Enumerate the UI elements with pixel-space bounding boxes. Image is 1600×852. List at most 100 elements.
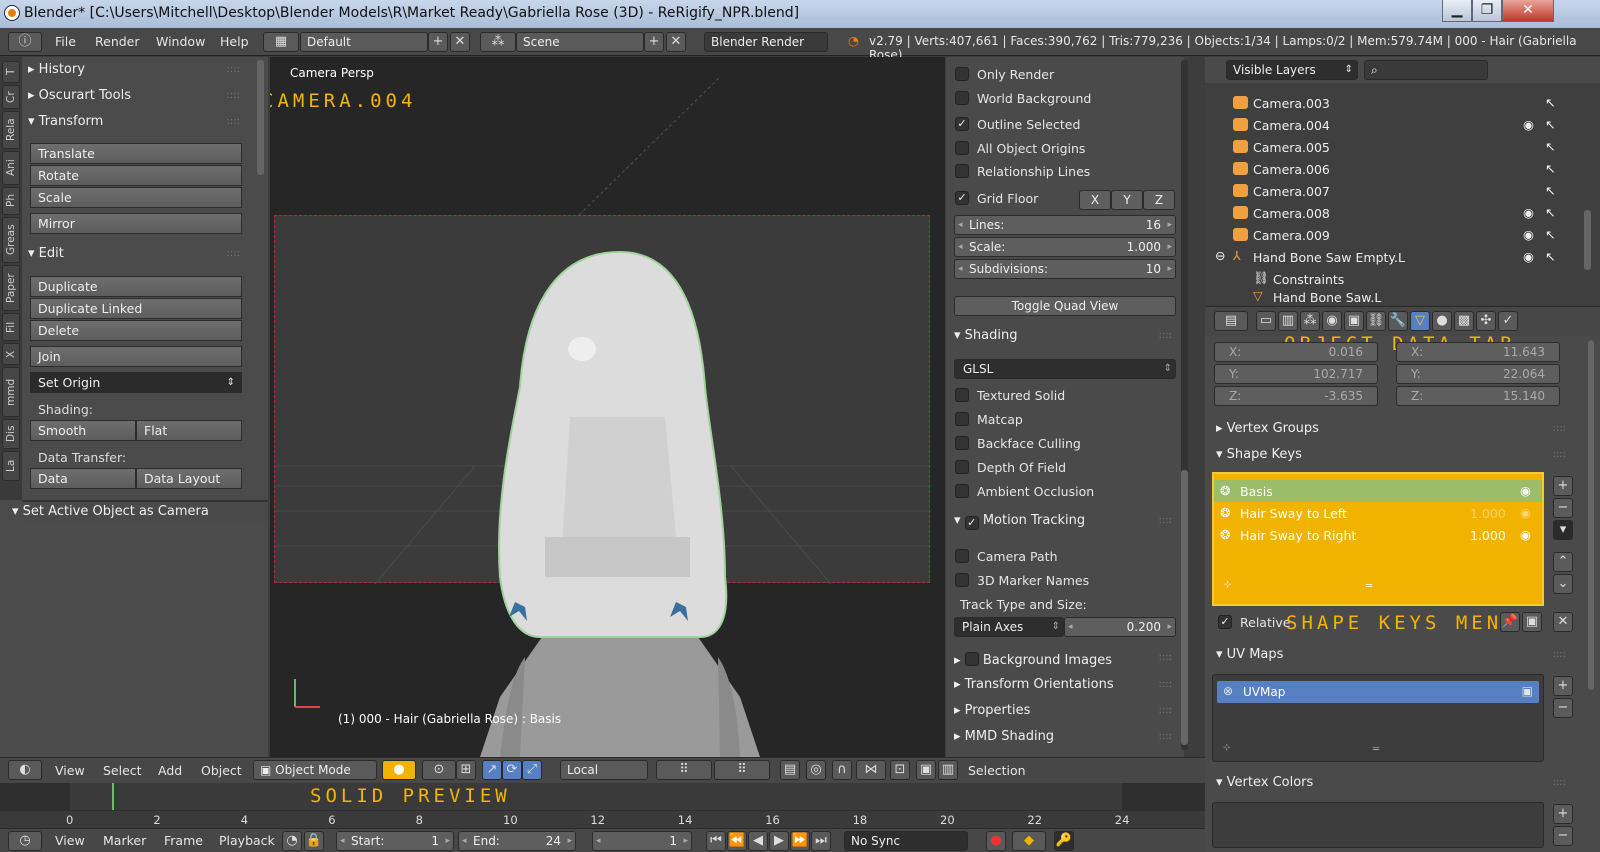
outliner-search-input[interactable]: ⌕ (1364, 60, 1488, 80)
keying-active-icon[interactable]: 🔑 (1054, 831, 1074, 851)
panel-properties[interactable]: ▸ Properties:::: (954, 703, 1174, 725)
play-reverse-icon[interactable]: ◀ (748, 831, 768, 851)
marker-names-checkbox[interactable] (955, 573, 969, 587)
tab-grease-pencil[interactable]: Greas (2, 217, 20, 263)
panel-vertex-colors[interactable]: ▾ Vertex Colors:::: (1216, 775, 1568, 797)
panel-uv-maps[interactable]: ▾ UV Maps:::: (1216, 647, 1568, 669)
panel-motion-tracking[interactable]: ▾ ✓ Motion Tracking:::: (954, 513, 1174, 535)
grid-scale-field[interactable]: ◂ Scale: 1.000 ▸ (954, 237, 1176, 257)
render-engine-select[interactable]: Blender Render (704, 32, 828, 52)
layers-grid-1-icon[interactable]: ⠿ (656, 760, 712, 780)
edit-mode-shape-button[interactable]: ▣ (1522, 612, 1542, 632)
menu-window[interactable]: Window (156, 34, 205, 49)
grid-subdivisions-field[interactable]: ◂ Subdivisions: 10 ▸ (954, 259, 1176, 279)
panel-transform-orientations[interactable]: ▸ Transform Orientations:::: (954, 677, 1174, 699)
pivot-point-icon[interactable]: ⊙ (422, 760, 456, 780)
properties-editor-icon[interactable]: ▤ (1214, 311, 1248, 331)
editor-type-3d-icon[interactable]: ◐ (8, 760, 42, 780)
ambient-occlusion-checkbox[interactable] (955, 484, 969, 498)
list-grip-icon[interactable]: ═ (1373, 744, 1379, 755)
current-frame-marker[interactable] (112, 783, 114, 810)
background-images-checkbox[interactable] (964, 652, 979, 666)
axis-y-toggle[interactable]: Y (1111, 190, 1143, 210)
rotate-manipulator-icon[interactable]: ⟳ (502, 760, 522, 780)
outliner-display-select[interactable]: Visible Layers ⇕ (1226, 60, 1358, 80)
location-z-right[interactable]: Z: 15.140 (1396, 386, 1560, 406)
timeline[interactable]: SOLID PREVIEW 0 2 4 6 8 10 12 14 16 18 20 22 24 (0, 783, 1205, 828)
axis-z-toggle[interactable]: Z (1143, 190, 1175, 210)
panel-history[interactable]: ▸ History:::: (28, 62, 244, 84)
location-x-right[interactable]: X: 11.643 (1396, 342, 1560, 362)
operator-panel-title[interactable]: ▾ Set Active Object as Camera (12, 504, 209, 519)
modifiers-tab-icon[interactable]: 🔧 (1388, 311, 1408, 331)
cursor-icon[interactable]: ↖ (1545, 205, 1555, 220)
toggle-quad-view-button[interactable]: Toggle Quad View (954, 296, 1176, 316)
material-tab-icon[interactable]: ● (1432, 311, 1452, 331)
panel-transform[interactable]: ▾ Transform:::: (28, 114, 244, 136)
flat-button[interactable]: Flat (136, 420, 242, 441)
shape-key-row[interactable]: ❂ Hair Sway to Left 1.000 ◉ (1214, 502, 1542, 524)
panel-mmd-shading[interactable]: ▸ MMD Shading:::: (954, 729, 1174, 751)
layers-tab-icon[interactable]: ▥ (1278, 311, 1298, 331)
panel-edit[interactable]: ▾ Edit:::: (28, 246, 244, 268)
eye-icon[interactable]: ◉ (1523, 249, 1534, 264)
play-icon[interactable]: ▶ (769, 831, 789, 851)
menu-select[interactable]: Select (103, 763, 142, 778)
duplicate-button[interactable]: Duplicate (30, 276, 242, 297)
panel-shading[interactable]: ▾ Shading:::: (954, 328, 1174, 350)
location-y-right[interactable]: Y: 22.064 (1396, 364, 1560, 384)
eye-icon[interactable]: ◉ (1520, 505, 1531, 520)
lock-range-icon[interactable]: 🔒 (304, 831, 324, 851)
sync-mode-select[interactable]: No Sync (844, 831, 968, 851)
next-keyframe-icon[interactable]: ⏩ (790, 831, 810, 851)
scene-tab-icon[interactable]: ⁂ (1300, 311, 1320, 331)
camera-path-checkbox[interactable] (955, 549, 969, 563)
timeline-menu-view[interactable]: View (55, 833, 85, 848)
smooth-button[interactable]: Smooth (30, 420, 136, 441)
remove-uv-map-button[interactable]: − (1553, 698, 1573, 718)
outliner-row[interactable]: ⛓ Constraints (1205, 268, 1578, 290)
cursor-icon[interactable]: ↖ (1545, 161, 1555, 176)
shape-key-row[interactable]: ❂ Hair Sway to Right 1.000 ◉ (1214, 524, 1542, 546)
cursor-icon[interactable]: ↖ (1545, 139, 1555, 154)
only-render-checkbox[interactable] (955, 67, 969, 81)
tab-fil[interactable]: Fil (2, 313, 20, 341)
scene-icon[interactable]: ⁂ (480, 32, 516, 52)
track-type-select[interactable]: Plain Axes ⇕ (954, 617, 1064, 637)
textured-solid-checkbox[interactable] (955, 388, 969, 402)
track-size-field[interactable]: ◂ 0.200 ▸ (1064, 617, 1176, 637)
outline-selected-checkbox[interactable]: ✓ (955, 117, 969, 131)
list-resize-icon[interactable]: ⊹ (1223, 743, 1231, 753)
tab-create[interactable]: Cr (2, 85, 20, 109)
start-frame-field[interactable]: ◂ Start: 1 ▸ (336, 831, 454, 851)
axis-x-toggle[interactable]: X (1079, 190, 1111, 210)
timeline-menu-marker[interactable]: Marker (103, 833, 146, 848)
grid-lines-field[interactable]: ◂ Lines: 16 ▸ (954, 215, 1176, 235)
local-view-icon[interactable]: ▤ (780, 760, 800, 780)
scale-manipulator-icon[interactable]: ⤢ (522, 760, 542, 780)
tab-tools[interactable]: T (2, 61, 20, 83)
eye-icon[interactable]: ◉ (1520, 483, 1531, 498)
all-object-origins-checkbox[interactable] (955, 141, 969, 155)
timeline-menu-playback[interactable]: Playback (219, 833, 275, 848)
relationship-lines-checkbox[interactable] (955, 164, 969, 178)
location-x-left[interactable]: X: 0.016 (1214, 342, 1378, 362)
add-layout-icon[interactable]: + (428, 32, 448, 52)
backface-culling-checkbox[interactable] (955, 436, 969, 450)
menu-view[interactable]: View (55, 763, 85, 778)
data-button[interactable]: Data (30, 468, 136, 489)
eye-icon[interactable]: ◉ (1523, 205, 1534, 220)
remove-vertex-color-button[interactable]: − (1553, 826, 1573, 846)
outliner-row[interactable]: ▽ Hand Bone Saw.L (1205, 288, 1578, 305)
render-camera-icon[interactable]: ▣ (916, 760, 936, 780)
proportional-edit-icon[interactable]: ◎ (806, 760, 826, 780)
remove-shape-key-button[interactable]: − (1553, 498, 1573, 518)
outliner-row[interactable]: Camera.005 ↖ (1205, 136, 1578, 158)
clear-shape-key-button[interactable]: ✕ (1553, 612, 1573, 632)
shape-key-specials-button[interactable]: ▾ (1553, 520, 1573, 540)
object-data-tab-icon[interactable]: ▽ (1410, 311, 1430, 331)
outliner-scrollbar[interactable] (1584, 210, 1591, 270)
cursor-icon[interactable]: ↖ (1545, 183, 1555, 198)
layout-icon[interactable]: ▦ (263, 32, 299, 52)
set-origin-select[interactable]: Set Origin ⇕ (30, 372, 242, 393)
